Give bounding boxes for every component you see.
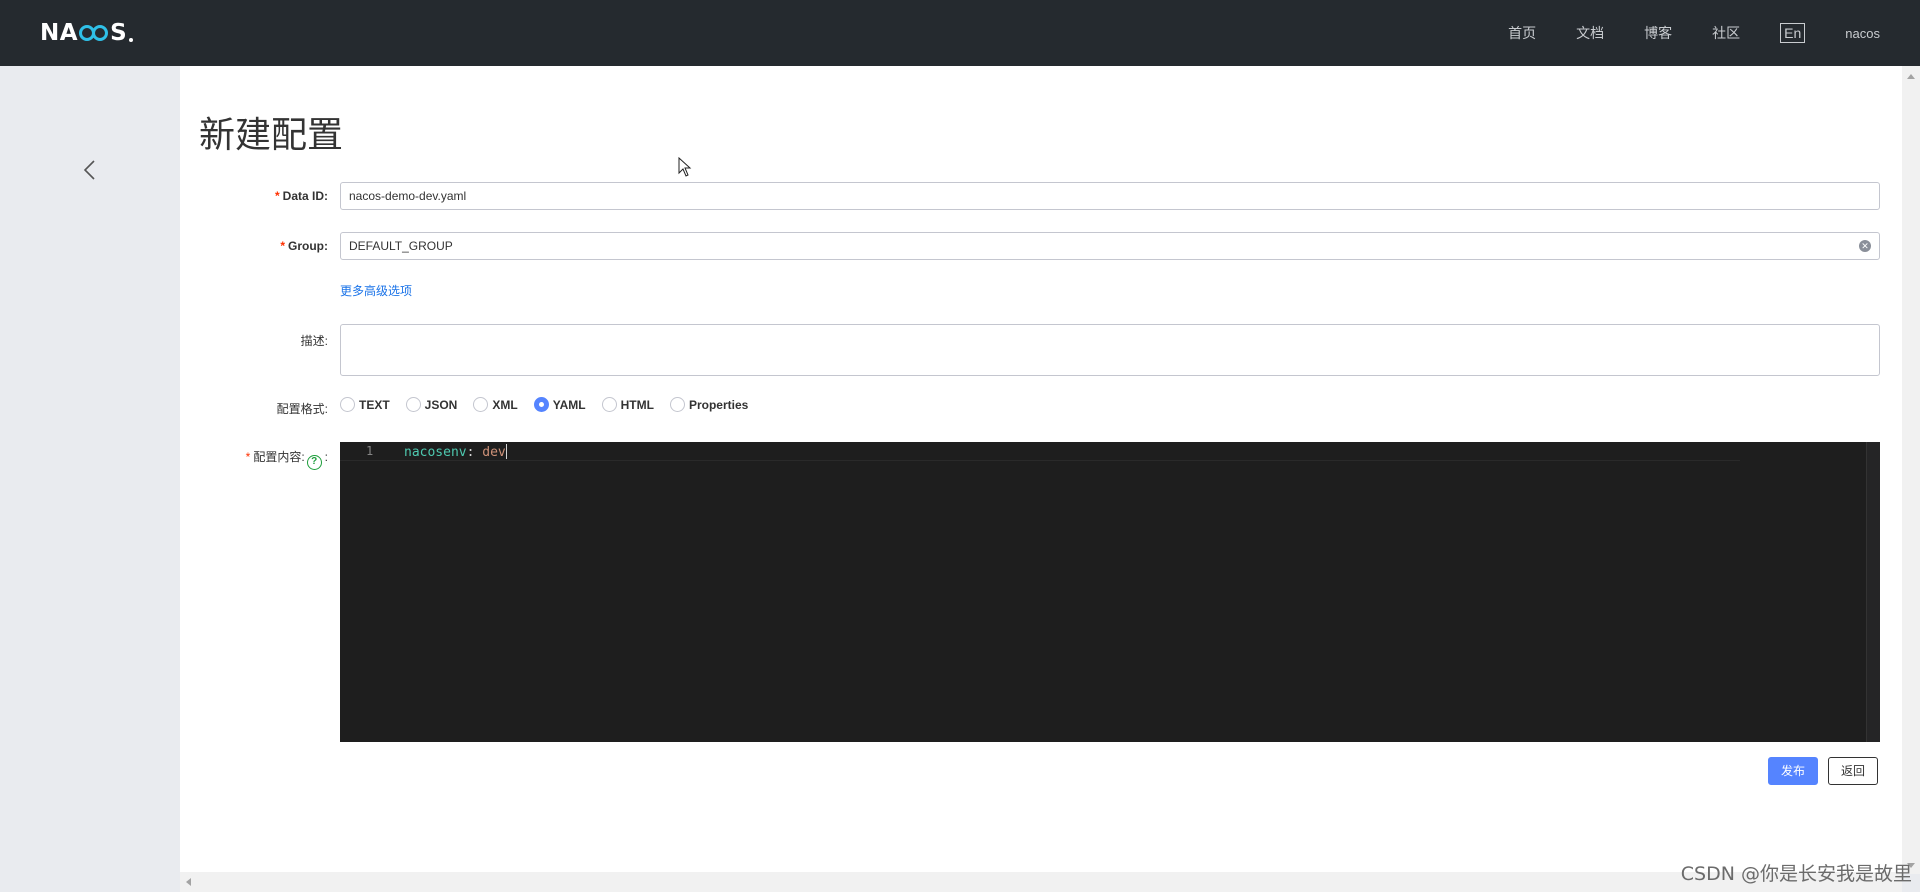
user-menu[interactable]: nacos: [1845, 26, 1880, 41]
line-code: nacosenv: dev: [404, 444, 507, 460]
top-nav: 首页 文档 博客 社区 En nacos: [1468, 0, 1880, 66]
radio-label: JSON: [424, 397, 458, 412]
radio-label: YAML: [552, 397, 586, 412]
editor-scrollbar[interactable]: [1866, 442, 1880, 742]
format-radio-yaml[interactable]: YAML: [533, 397, 586, 412]
code-editor[interactable]: 1 nacosenv: dev: [340, 442, 1880, 742]
editor-line: 1 nacosenv: dev: [340, 442, 1740, 461]
data-id-input[interactable]: [340, 182, 1880, 210]
format-radio-text[interactable]: TEXT: [340, 397, 390, 412]
group-label: * Group:: [180, 239, 328, 253]
logo-infinity-icon: [79, 25, 109, 41]
clear-icon[interactable]: ✕: [1859, 240, 1871, 252]
data-id-label: * Data ID:: [180, 189, 328, 203]
nav-blog[interactable]: 博客: [1644, 23, 1672, 43]
radio-circle: [533, 397, 549, 412]
radio-circle: [601, 397, 617, 412]
yaml-value: dev: [482, 445, 506, 460]
sidebar: [0, 66, 180, 892]
radio-label: XML: [492, 397, 518, 412]
language-toggle[interactable]: En: [1780, 23, 1806, 43]
logo-dot: [129, 38, 134, 42]
nav-docs[interactable]: 文档: [1576, 23, 1604, 43]
format-radio-group: TEXT JSON XML YAML HTML Properties: [340, 397, 764, 412]
description-label: 描述:: [300, 334, 328, 348]
radio-circle: [405, 397, 421, 412]
page-horizontal-scrollbar[interactable]: [180, 872, 1902, 892]
radio-label: Properties: [688, 397, 749, 412]
content-label: * 配置内容:?:: [180, 448, 328, 470]
help-icon[interactable]: ?: [306, 455, 322, 470]
mouse-pointer-icon: [678, 157, 692, 177]
logo-letter-s: S: [110, 20, 128, 46]
watermark: CSDN @你是长安我是故里: [1680, 863, 1912, 885]
nav-home[interactable]: 首页: [1508, 23, 1536, 43]
required-mark: *: [274, 189, 280, 203]
format-radio-xml[interactable]: XML: [473, 397, 518, 412]
yaml-key: nacosenv: [404, 445, 467, 460]
main-content: 新建配置 *Data ID: *Group: DEFAULT_GROUP ✕ 更…: [180, 66, 1902, 872]
format-radio-properties[interactable]: Properties: [669, 397, 749, 412]
required-mark: *: [280, 239, 285, 253]
nacos-logo[interactable]: NA S: [40, 20, 134, 46]
group-label-text: Group:: [288, 239, 328, 253]
group-input[interactable]: DEFAULT_GROUP ✕: [340, 232, 1880, 260]
description-textarea[interactable]: [340, 324, 1880, 376]
format-radio-json[interactable]: JSON: [405, 397, 458, 412]
required-mark: *: [245, 450, 251, 464]
logo-letters-na: NA: [40, 20, 79, 46]
line-number: 1: [366, 444, 374, 458]
scroll-left-icon[interactable]: [186, 878, 191, 886]
radio-label: TEXT: [359, 397, 390, 412]
page-vertical-scrollbar[interactable]: [1902, 66, 1920, 874]
back-arrow-icon[interactable]: [82, 158, 98, 182]
format-radio-html[interactable]: HTML: [601, 397, 654, 412]
radio-label: HTML: [620, 397, 654, 412]
format-label: 配置格式:: [276, 402, 328, 416]
content-label-colon: :: [324, 450, 328, 464]
group-input-value: DEFAULT_GROUP: [349, 239, 453, 253]
back-button[interactable]: 返回: [1828, 757, 1878, 785]
radio-circle: [669, 397, 685, 412]
text-cursor: [505, 444, 507, 459]
publish-button[interactable]: 发布: [1768, 757, 1818, 785]
radio-circle: [340, 397, 355, 412]
scroll-up-icon[interactable]: [1907, 74, 1915, 79]
data-id-label-text: Data ID:: [282, 189, 328, 203]
radio-circle: [473, 397, 489, 412]
nav-community[interactable]: 社区: [1712, 23, 1740, 43]
advanced-options-link[interactable]: 更多高级选项: [340, 282, 412, 299]
top-navbar: NA S 首页 文档 博客 社区 En nacos: [0, 0, 1920, 66]
yaml-separator: :: [466, 445, 483, 460]
page-title: 新建配置: [199, 115, 344, 156]
content-label-text: 配置内容:: [253, 450, 305, 464]
